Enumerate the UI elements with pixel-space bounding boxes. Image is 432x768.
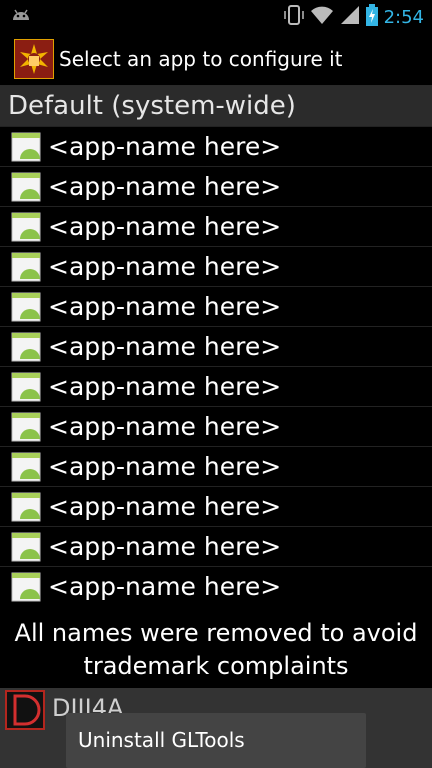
clock: 2:54 (383, 6, 424, 28)
app-placeholder-icon (10, 411, 42, 443)
status-bar: 2:54 (0, 0, 432, 33)
app-placeholder-icon (10, 171, 42, 203)
list-item[interactable]: <app-name here> (0, 566, 432, 606)
list-item[interactable]: <app-name here> (0, 406, 432, 446)
app-placeholder-icon (10, 291, 42, 323)
app-placeholder-icon (10, 531, 42, 563)
notice-line-1: All names were removed to avoid (14, 619, 418, 647)
list-item-label: <app-name here> (48, 132, 282, 161)
app-list: Default (system-wide) <app-name here> <a… (0, 86, 432, 606)
list-item[interactable]: <app-name here> (0, 126, 432, 166)
list-item[interactable]: <app-name here> (0, 446, 432, 486)
toast-message: Uninstall GLTools (66, 713, 366, 768)
app-placeholder-icon (10, 451, 42, 483)
battery-charging-icon (365, 4, 378, 30)
app-placeholder-icon (10, 571, 42, 603)
app-placeholder-icon (10, 211, 42, 243)
list-item[interactable]: <app-name here> (0, 486, 432, 526)
notice-line-2: trademark complaints (83, 652, 349, 680)
gltools-app-icon[interactable] (14, 39, 54, 79)
list-item-label: <app-name here> (48, 372, 282, 401)
list-item-label: <app-name here> (48, 212, 282, 241)
list-item[interactable]: <app-name here> (0, 286, 432, 326)
list-item-label: <app-name here> (48, 252, 282, 281)
vibrate-icon (283, 4, 304, 30)
list-item[interactable]: <app-name here> (0, 526, 432, 566)
list-item[interactable]: <app-name here> (0, 326, 432, 366)
android-debug-icon (10, 6, 32, 28)
list-item[interactable]: <app-name here> (0, 166, 432, 206)
list-item-label: <app-name here> (48, 292, 282, 321)
app-placeholder-icon (10, 251, 42, 283)
trademark-notice: All names were removed to avoid trademar… (0, 617, 432, 687)
list-item-label: <app-name here> (48, 492, 282, 521)
default-system-wide-item[interactable]: Default (system-wide) (0, 86, 432, 126)
page-title: Select an app to configure it (59, 47, 343, 71)
list-item-label: <app-name here> (48, 452, 282, 481)
app-placeholder-icon (10, 331, 42, 363)
diii4a-app-icon (5, 690, 45, 730)
list-item[interactable]: <app-name here> (0, 366, 432, 406)
toast-text: Uninstall GLTools (78, 728, 245, 752)
list-item[interactable]: <app-name here> (0, 206, 432, 246)
signal-icon (340, 5, 360, 29)
app-placeholder-icon (10, 371, 42, 403)
wifi-icon (310, 5, 334, 29)
app-placeholder-icon (10, 131, 42, 163)
list-item-label: <app-name here> (48, 412, 282, 441)
list-item-label: <app-name here> (48, 532, 282, 561)
list-item-label: <app-name here> (48, 572, 282, 601)
app-placeholder-icon (10, 491, 42, 523)
list-item-label: <app-name here> (48, 332, 282, 361)
list-item[interactable]: <app-name here> (0, 246, 432, 286)
list-item-label: <app-name here> (48, 172, 282, 201)
action-bar: Select an app to configure it (0, 33, 432, 86)
